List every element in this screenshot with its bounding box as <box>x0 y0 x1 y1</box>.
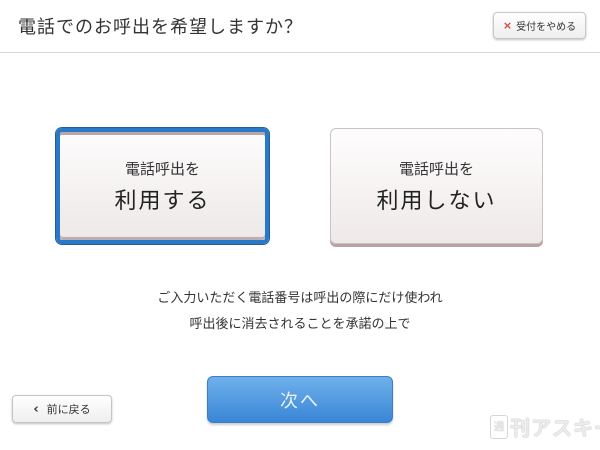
back-button[interactable]: ‹ 前に戻る <box>12 395 112 423</box>
cancel-reception-label: 受付をやめる <box>516 22 577 33</box>
use-phone-call-label-line2: 利用する <box>114 188 211 214</box>
privacy-notice: ご入力いただく電話番号は呼出の際にだけ使われ 呼出後に消去されることを承諾の上で <box>0 286 600 338</box>
next-button[interactable]: 次へ <box>207 376 393 423</box>
cancel-reception-button[interactable]: × 受付をやめる <box>493 12 586 39</box>
close-icon: × <box>502 19 513 32</box>
use-phone-call-label-line1: 電話呼出を <box>124 159 200 178</box>
no-phone-call-label-line2: 利用しない <box>376 188 497 214</box>
next-button-label: 次へ <box>280 390 320 412</box>
watermark-logo: 週 刊アスキー <box>490 412 600 441</box>
privacy-notice-line1: ご入力いただく電話番号は呼出の際にだけ使われ <box>157 291 443 306</box>
privacy-notice-line2: 呼出後に消去されることを承諾の上で <box>189 317 411 332</box>
header-bar: 電話でのお呼出を希望しますか？ × 受付をやめる <box>0 0 600 53</box>
chevron-left-icon: ‹ <box>33 401 39 417</box>
no-phone-call-button[interactable]: 電話呼出を 利用しない <box>330 128 543 244</box>
no-phone-call-label-line1: 電話呼出を <box>398 159 474 178</box>
page-title: 電話でのお呼出を希望しますか？ <box>18 17 303 38</box>
watermark-box: 週 <box>490 414 508 439</box>
watermark-text: 刊アスキー <box>510 416 600 440</box>
use-phone-call-button[interactable]: 電話呼出を 利用する <box>56 128 269 244</box>
back-button-label: 前に戻る <box>46 403 91 416</box>
